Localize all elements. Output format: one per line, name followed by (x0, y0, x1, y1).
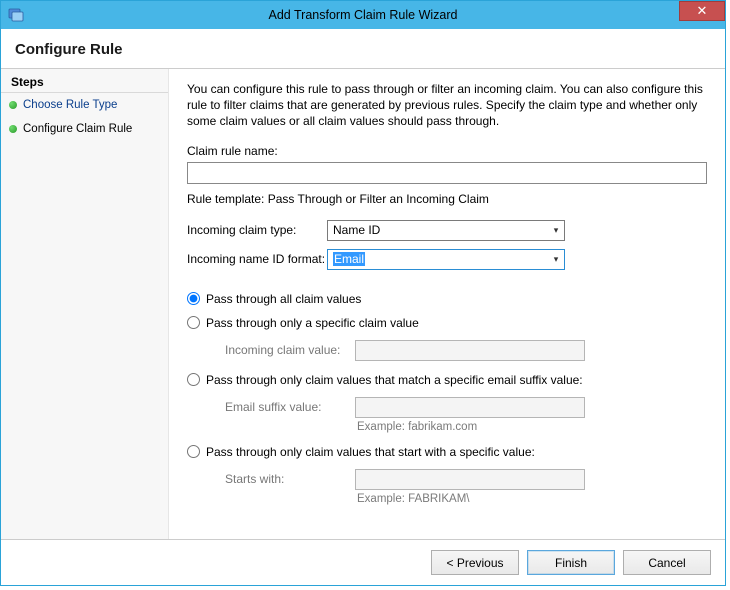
option-email-suffix[interactable]: Pass through only claim values that matc… (187, 373, 707, 387)
titlebar: Add Transform Claim Rule Wizard ✕ (1, 1, 725, 29)
rule-name-input[interactable] (187, 162, 707, 184)
email-suffix-example: Example: fabrikam.com (357, 421, 707, 433)
incoming-format-label: Incoming name ID format: (187, 252, 327, 266)
rule-template-line: Rule template: Pass Through or Filter an… (187, 192, 707, 206)
option-email-suffix-radio[interactable] (187, 373, 200, 386)
close-button[interactable]: ✕ (679, 1, 725, 21)
incoming-claim-type-select[interactable]: Name ID ▾ (327, 220, 565, 241)
app-icon (8, 7, 24, 23)
chevron-down-icon: ▾ (547, 254, 564, 265)
incoming-name-id-format-select[interactable]: Email ▾ (327, 249, 565, 270)
wizard-footer: < Previous Finish Cancel (1, 539, 725, 585)
option-pass-specific[interactable]: Pass through only a specific claim value (187, 316, 707, 330)
window-title: Add Transform Claim Rule Wizard (1, 8, 725, 22)
step-done-icon (9, 101, 17, 109)
starts-with-label: Starts with: (225, 472, 355, 486)
description-text: You can configure this rule to pass thro… (187, 81, 707, 130)
step-choose-rule-type[interactable]: Choose Rule Type (1, 93, 168, 117)
incoming-type-value: Name ID (333, 223, 380, 237)
option-pass-all[interactable]: Pass through all claim values (187, 292, 707, 306)
wizard-window: Add Transform Claim Rule Wizard ✕ Config… (0, 0, 726, 586)
finish-button[interactable]: Finish (527, 550, 615, 575)
incoming-format-value: Email (333, 252, 365, 266)
option-starts-with-radio[interactable] (187, 445, 200, 458)
incoming-type-label: Incoming claim type: (187, 223, 327, 237)
steps-pane: Steps Choose Rule Type Configure Claim R… (1, 69, 169, 539)
incoming-claim-value-label: Incoming claim value: (225, 343, 355, 357)
email-suffix-value-input (355, 397, 585, 418)
step-label: Choose Rule Type (23, 99, 117, 111)
rule-name-label: Claim rule name: (187, 144, 707, 158)
page-header: Configure Rule (1, 29, 725, 69)
email-suffix-value-label: Email suffix value: (225, 400, 355, 414)
option-starts-with-label: Pass through only claim values that star… (206, 445, 535, 459)
wizard-body: Steps Choose Rule Type Configure Claim R… (1, 69, 725, 539)
starts-with-input (355, 469, 585, 490)
option-email-suffix-label: Pass through only claim values that matc… (206, 373, 583, 387)
option-pass-all-label: Pass through all claim values (206, 292, 361, 306)
chevron-down-icon: ▾ (547, 225, 564, 236)
pass-through-options: Pass through all claim values Pass throu… (187, 292, 707, 517)
previous-button[interactable]: < Previous (431, 550, 519, 575)
option-starts-with[interactable]: Pass through only claim values that star… (187, 445, 707, 459)
step-current-icon (9, 125, 17, 133)
incoming-claim-value-input (355, 340, 585, 361)
cancel-button[interactable]: Cancel (623, 550, 711, 575)
content-pane: You can configure this rule to pass thro… (169, 69, 725, 539)
close-icon: ✕ (697, 3, 708, 19)
starts-with-example: Example: FABRIKAM\ (357, 493, 707, 505)
option-pass-all-radio[interactable] (187, 292, 200, 305)
option-pass-specific-label: Pass through only a specific claim value (206, 316, 419, 330)
option-pass-specific-radio[interactable] (187, 316, 200, 329)
step-label: Configure Claim Rule (23, 123, 132, 135)
steps-heading: Steps (1, 69, 168, 93)
step-configure-claim-rule[interactable]: Configure Claim Rule (1, 117, 168, 141)
